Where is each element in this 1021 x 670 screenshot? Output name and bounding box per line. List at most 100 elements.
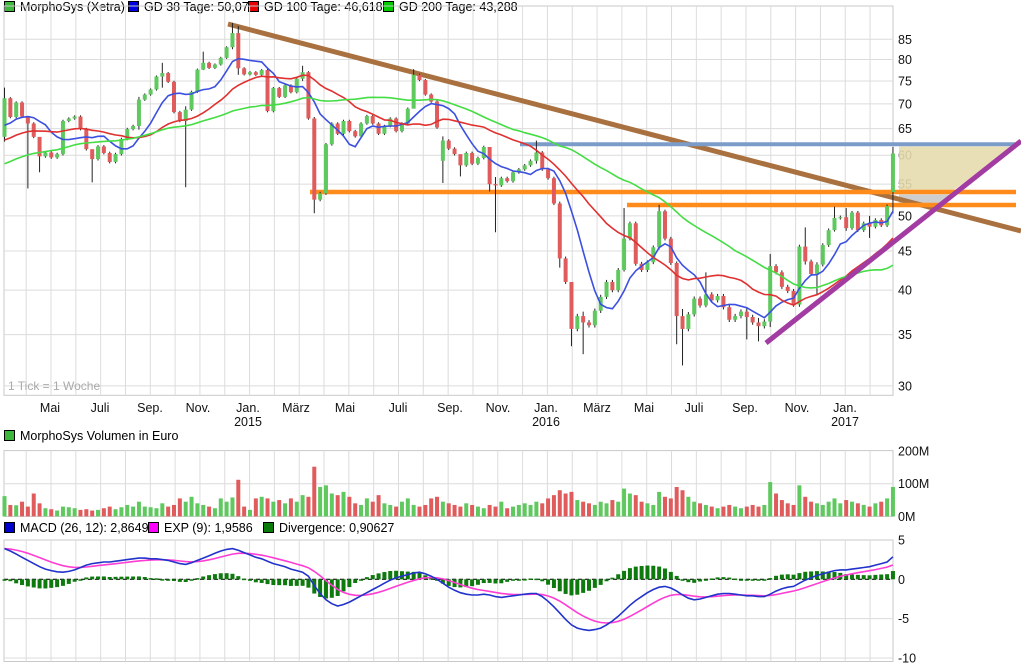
volume-bar — [306, 497, 310, 517]
candle-up — [318, 193, 322, 199]
x-tick-year-label: 2016 — [532, 415, 560, 429]
volume-bar — [67, 507, 71, 516]
macd-histogram-bar — [803, 572, 807, 579]
macd-histogram-bar — [248, 579, 252, 581]
candle-up — [733, 316, 737, 320]
price-tick-label: 65 — [898, 122, 912, 136]
x-tick-label: März — [583, 401, 611, 415]
volume-bar — [517, 505, 521, 516]
candle-up — [137, 100, 141, 126]
candle-up — [529, 161, 533, 166]
macd-histogram-bar — [850, 575, 854, 580]
volume-bar — [476, 507, 480, 517]
volume-bar — [260, 497, 264, 517]
volume-bar — [622, 489, 626, 517]
volume-bar — [768, 482, 772, 516]
price-tick-label: 30 — [898, 379, 912, 393]
volume-bar — [499, 502, 503, 517]
macd-histogram-bar — [768, 578, 772, 580]
volume-bar — [207, 507, 211, 517]
x-tick-label: Nov. — [186, 401, 211, 415]
price-tick-label: 45 — [898, 244, 912, 258]
x-tick-label: Nov. — [486, 401, 511, 415]
volume-bar — [879, 502, 883, 517]
macd-histogram-bar — [365, 577, 369, 579]
candle-up — [511, 172, 515, 181]
price-y-axis-labels: 858075706560555045403530 — [898, 33, 912, 394]
macd-histogram-bar — [301, 579, 305, 586]
macd-histogram-bar — [149, 578, 153, 580]
volume-bar — [803, 497, 807, 517]
macd-histogram-bar — [599, 579, 603, 585]
macd-histogram-bar — [751, 579, 755, 581]
volume-bar — [587, 503, 591, 516]
macd-histogram-bar — [102, 576, 106, 579]
macd-histogram-bar — [581, 579, 585, 593]
price-tick-label: 70 — [898, 97, 912, 111]
macd-histogram-bar — [610, 578, 614, 580]
volume-bar — [686, 497, 690, 517]
macd-histogram-bar — [616, 574, 620, 579]
price-tick-label: 40 — [898, 284, 912, 298]
volume-bar — [324, 485, 328, 516]
volume-bar — [236, 480, 240, 517]
macd-histogram-bar — [295, 579, 299, 586]
volume-tick-label: 100M — [898, 477, 929, 491]
macd-histogram-bar — [891, 571, 895, 579]
macd-histogram-bar — [862, 575, 866, 579]
volume-bar — [809, 502, 813, 517]
macd-histogram-bar — [382, 572, 386, 579]
macd-histogram-bar — [277, 579, 281, 585]
macd-tick-label: 0 — [898, 573, 905, 587]
candle-down — [774, 266, 778, 272]
macd-histogram-bar — [470, 579, 474, 586]
macd-histogram-bar — [797, 573, 801, 579]
candle-down — [663, 211, 667, 238]
candle-down — [90, 149, 94, 159]
macd-y-axis-labels: 50-5-10 — [898, 533, 916, 665]
macd-histogram-bar — [266, 579, 270, 584]
candle-up — [797, 247, 801, 305]
candle-up — [195, 70, 199, 92]
macd-histogram-bar — [575, 579, 579, 594]
volume-bar — [154, 508, 158, 516]
volume-bar — [745, 507, 749, 517]
macd-histogram-bar — [529, 578, 533, 580]
candle-up — [43, 152, 47, 156]
macd-histogram-bar — [564, 579, 568, 594]
macd-histogram-bar — [640, 566, 644, 579]
candle-up — [260, 70, 264, 75]
macd-histogram-bar — [488, 579, 492, 583]
candle-up — [622, 239, 626, 270]
candle-up — [114, 154, 118, 162]
volume-bar — [844, 500, 848, 516]
macd-histogram-bar — [306, 579, 310, 587]
volume-bar — [540, 503, 544, 516]
volume-bar — [365, 498, 369, 516]
candle-down — [488, 147, 492, 184]
macd-histogram-bar — [219, 573, 223, 579]
x-tick-year-label: 2015 — [234, 415, 262, 429]
volume-bar — [26, 507, 30, 517]
volume-bar — [873, 503, 877, 516]
macd-histogram-bar — [727, 578, 731, 580]
candle-down — [447, 141, 451, 149]
volume-bar — [73, 508, 77, 516]
macd-histogram-bar — [49, 579, 53, 588]
macd-histogram-bar — [534, 579, 538, 581]
volume-bar — [657, 492, 661, 517]
macd-histogram-bar — [225, 573, 229, 579]
candle-down — [429, 95, 433, 102]
stock-chart-app: MorphoSys (Xetra)GD 38 Tage: 50,078GD 10… — [0, 0, 1021, 670]
chart-canvas[interactable]: 858075706560555045403530200M100M0M50-5-1… — [0, 0, 1021, 670]
volume-bar — [797, 485, 801, 516]
volume-bar — [505, 508, 509, 516]
macd-histogram-bar — [710, 578, 714, 580]
volume-bar — [172, 505, 176, 516]
volume-bar — [114, 509, 118, 516]
macd-histogram-bar — [26, 579, 30, 586]
candle-down — [417, 75, 421, 80]
macd-histogram-bar — [476, 579, 480, 584]
volume-bar — [786, 503, 790, 516]
macd-histogram-bar — [271, 579, 275, 585]
